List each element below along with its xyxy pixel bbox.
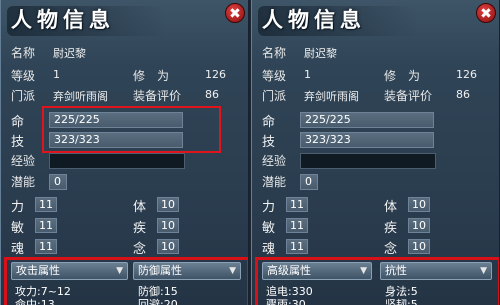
- stat-soul-label: 魂: [262, 242, 276, 257]
- stat-soul-label: 魂: [11, 242, 25, 257]
- name-value: 尉迟黎: [53, 47, 86, 60]
- level-label: 等级: [11, 69, 36, 83]
- tab-advanced-attributes[interactable]: 高级属性 ▼: [262, 262, 372, 280]
- stat-agility-label: 敏: [11, 221, 25, 236]
- potential-label: 潜能: [262, 175, 287, 189]
- exp-bar: [49, 153, 185, 169]
- thunder-line: 骤雨:30: [266, 298, 306, 305]
- tab-attack-attributes[interactable]: 攻击属性 ▼: [11, 262, 128, 280]
- tab-advanced-label: 高级属性: [267, 264, 311, 277]
- exp-bar: [300, 153, 436, 169]
- dodge-line: 回避:20: [138, 298, 178, 305]
- stat-soul-value: 11: [35, 239, 57, 254]
- name-label: 名称: [11, 46, 36, 60]
- stat-constitution-label: 体: [384, 200, 398, 215]
- screenshot-root: 人物信息 ✖ 名称 尉迟黎 等级 1 修 为 126 门派 弃剑听雨阁 装备评价…: [0, 0, 500, 305]
- toughness-line: 坚韧:5: [385, 298, 418, 305]
- chevron-down-icon: ▼: [116, 266, 123, 276]
- gear-score-label: 装备评价: [384, 89, 433, 103]
- tab-resistance-label: 抗性: [385, 264, 407, 277]
- stat-mind-value: 10: [157, 239, 179, 254]
- level-value: 1: [304, 68, 311, 81]
- stat-constitution-value: 10: [408, 197, 430, 212]
- level-value: 1: [53, 68, 60, 81]
- close-icon[interactable]: ✖: [476, 3, 496, 23]
- panel-title: 人物信息: [262, 7, 366, 32]
- stat-speed-label: 疾: [384, 221, 398, 236]
- gear-score-value: 86: [205, 88, 219, 101]
- hp-bar: 225/225: [300, 112, 434, 128]
- panel-title: 人物信息: [11, 7, 115, 32]
- stat-constitution-value: 10: [157, 197, 179, 212]
- highlight-box: [42, 106, 221, 153]
- cultivation-label: 修 为: [133, 69, 170, 83]
- skill-label: 技: [11, 135, 25, 150]
- stat-soul-value: 11: [286, 239, 308, 254]
- chevron-down-icon: ▼: [480, 266, 487, 276]
- hit-rate-line: 命中:13: [15, 298, 55, 305]
- cultivation-label: 修 为: [384, 69, 421, 83]
- tab-defense-attributes[interactable]: 防御属性 ▼: [133, 262, 241, 280]
- cultivation-value: 126: [456, 68, 477, 81]
- name-value: 尉迟黎: [304, 47, 337, 60]
- sect-value: 弃剑听雨阁: [53, 90, 108, 103]
- tab-attack-label: 攻击属性: [16, 264, 60, 277]
- exp-label: 经验: [262, 154, 287, 168]
- stat-constitution-label: 体: [133, 200, 147, 215]
- stat-agility-value: 11: [286, 218, 308, 233]
- stat-strength-label: 力: [11, 200, 25, 215]
- sect-value: 弃剑听雨阁: [304, 90, 359, 103]
- hp-label: 命: [11, 115, 25, 130]
- stat-mind-value: 10: [408, 239, 430, 254]
- stat-agility-label: 敏: [262, 221, 276, 236]
- cultivation-value: 126: [205, 68, 226, 81]
- stat-agility-value: 11: [35, 218, 57, 233]
- stat-speed-value: 10: [157, 218, 179, 233]
- character-info-panel-left: 人物信息 ✖ 名称 尉迟黎 等级 1 修 为 126 门派 弃剑听雨阁 装备评价…: [0, 0, 249, 305]
- close-icon[interactable]: ✖: [225, 3, 245, 23]
- skill-label: 技: [262, 135, 276, 150]
- name-label: 名称: [262, 46, 287, 60]
- sect-label: 门派: [262, 89, 287, 103]
- level-label: 等级: [262, 69, 287, 83]
- stat-mind-label: 念: [133, 242, 147, 257]
- gear-score-value: 86: [456, 88, 470, 101]
- stat-strength-label: 力: [262, 200, 276, 215]
- chevron-down-icon: ▼: [360, 266, 367, 276]
- sect-label: 门派: [11, 89, 36, 103]
- chevron-down-icon: ▼: [229, 266, 236, 276]
- potential-value: 0: [49, 174, 67, 190]
- potential-label: 潜能: [11, 175, 36, 189]
- character-info-panel-right: 人物信息 ✖ 名称 尉迟黎 等级 1 修 为 126 门派 弃剑听雨阁 装备评价…: [251, 0, 500, 305]
- tab-resistance[interactable]: 抗性 ▼: [380, 262, 492, 280]
- stat-speed-label: 疾: [133, 221, 147, 236]
- exp-label: 经验: [11, 154, 36, 168]
- stat-mind-label: 念: [384, 242, 398, 257]
- stat-speed-value: 10: [408, 218, 430, 233]
- stat-strength-value: 11: [286, 197, 308, 212]
- tab-defense-label: 防御属性: [138, 264, 182, 277]
- stat-strength-value: 11: [35, 197, 57, 212]
- skill-bar: 323/323: [300, 132, 434, 148]
- hp-label: 命: [262, 115, 276, 130]
- gear-score-label: 装备评价: [133, 89, 182, 103]
- potential-value: 0: [300, 174, 318, 190]
